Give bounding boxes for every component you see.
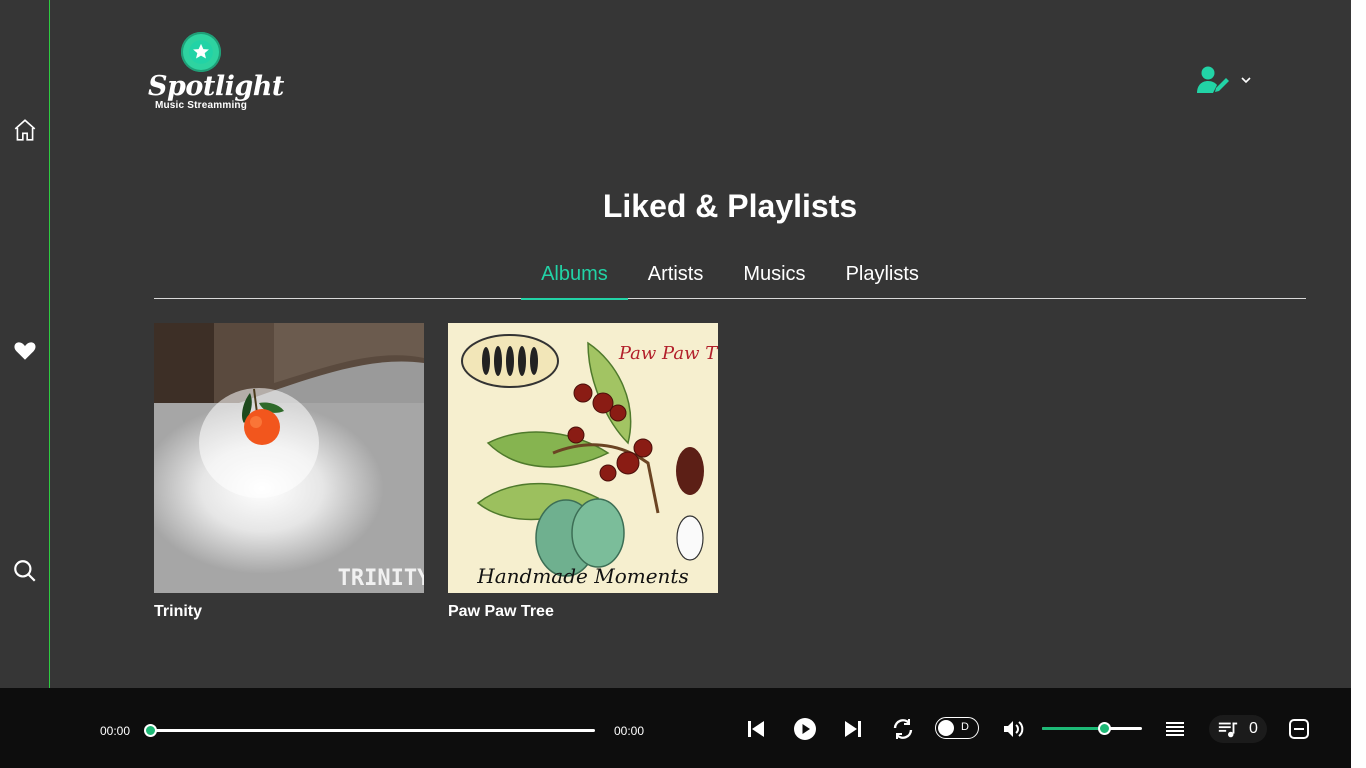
album-name: Paw Paw Tree [448, 603, 554, 620]
progress-knob[interactable] [144, 724, 157, 737]
tab-musics[interactable]: Musics [723, 252, 825, 299]
toggle-knob [938, 720, 954, 736]
brand-name: Spotlight [148, 71, 284, 102]
duration-time: 00:00 [614, 724, 645, 738]
tab-playlists[interactable]: Playlists [826, 252, 939, 299]
tab-artists[interactable]: Artists [628, 252, 724, 299]
toggle-label: D [961, 721, 969, 733]
cover-footer-paw-paw-tree: Handmade Moments [476, 564, 688, 588]
window-edge [1351, 0, 1366, 768]
album-cover-trinity[interactable]: TRINITY [154, 323, 424, 593]
tab-albums[interactable]: Albums [521, 252, 628, 300]
minimize-player-button[interactable] [1286, 716, 1312, 742]
list-icon [1166, 722, 1184, 736]
cover-title-paw-paw-tree: Paw Paw Tree [618, 343, 718, 364]
sidebar [0, 0, 50, 688]
sidebar-item-liked[interactable] [10, 335, 40, 365]
repeat-button[interactable] [890, 716, 916, 742]
queue-button[interactable]: 0 [1209, 715, 1267, 743]
mode-toggle[interactable]: D [935, 717, 979, 739]
home-icon [14, 119, 36, 141]
mute-button[interactable] [1000, 716, 1026, 742]
search-icon [14, 560, 36, 582]
queue-count: 0 [1249, 720, 1258, 737]
progress-slider[interactable] [144, 724, 595, 737]
volume-icon [1004, 721, 1024, 737]
next-button[interactable] [840, 716, 866, 742]
album-card-trinity[interactable]: TRINITY Trinity [154, 323, 424, 621]
repeat-icon [893, 719, 913, 739]
skip-previous-icon [748, 721, 764, 737]
album-card-paw-paw-tree[interactable]: Paw Paw Tree Handmade Moments Paw Paw Tr… [448, 323, 718, 621]
volume-slider[interactable] [1042, 722, 1142, 735]
play-icon [794, 718, 816, 740]
chevron-down-icon [1241, 77, 1251, 84]
previous-button[interactable] [743, 716, 769, 742]
heart-icon [14, 342, 36, 360]
elapsed-time: 00:00 [100, 724, 131, 738]
user-edit-icon [1197, 66, 1229, 93]
brand-tagline: Music Streamming [154, 100, 248, 111]
star-badge-icon [181, 32, 221, 72]
sidebar-item-search[interactable] [10, 556, 40, 586]
tab-bar: Albums Artists Musics Playlists [154, 252, 1306, 300]
volume-fill [1042, 727, 1105, 730]
user-menu-button[interactable] [1196, 64, 1256, 96]
player-bar: 00:00 00:00 D 0 [0, 688, 1351, 768]
album-name: Trinity [154, 603, 203, 620]
brand-logo[interactable]: Spotlight Music Streamming [148, 32, 284, 124]
lyrics-button[interactable] [1162, 716, 1188, 742]
cover-text-trinity: TRINITY [338, 566, 424, 591]
page-title: Liked & Playlists [602, 188, 858, 224]
volume-knob[interactable] [1098, 722, 1111, 735]
sidebar-item-home[interactable] [10, 115, 40, 145]
play-button[interactable] [792, 716, 818, 742]
album-cover-paw-paw-tree[interactable]: Paw Paw Tree Handmade Moments [448, 323, 718, 593]
minimize-icon [1289, 719, 1309, 739]
playlist-icon [1218, 722, 1238, 738]
skip-next-icon [845, 721, 861, 737]
app-window: Spotlight Music Streamming Liked & Playl… [0, 0, 1366, 768]
